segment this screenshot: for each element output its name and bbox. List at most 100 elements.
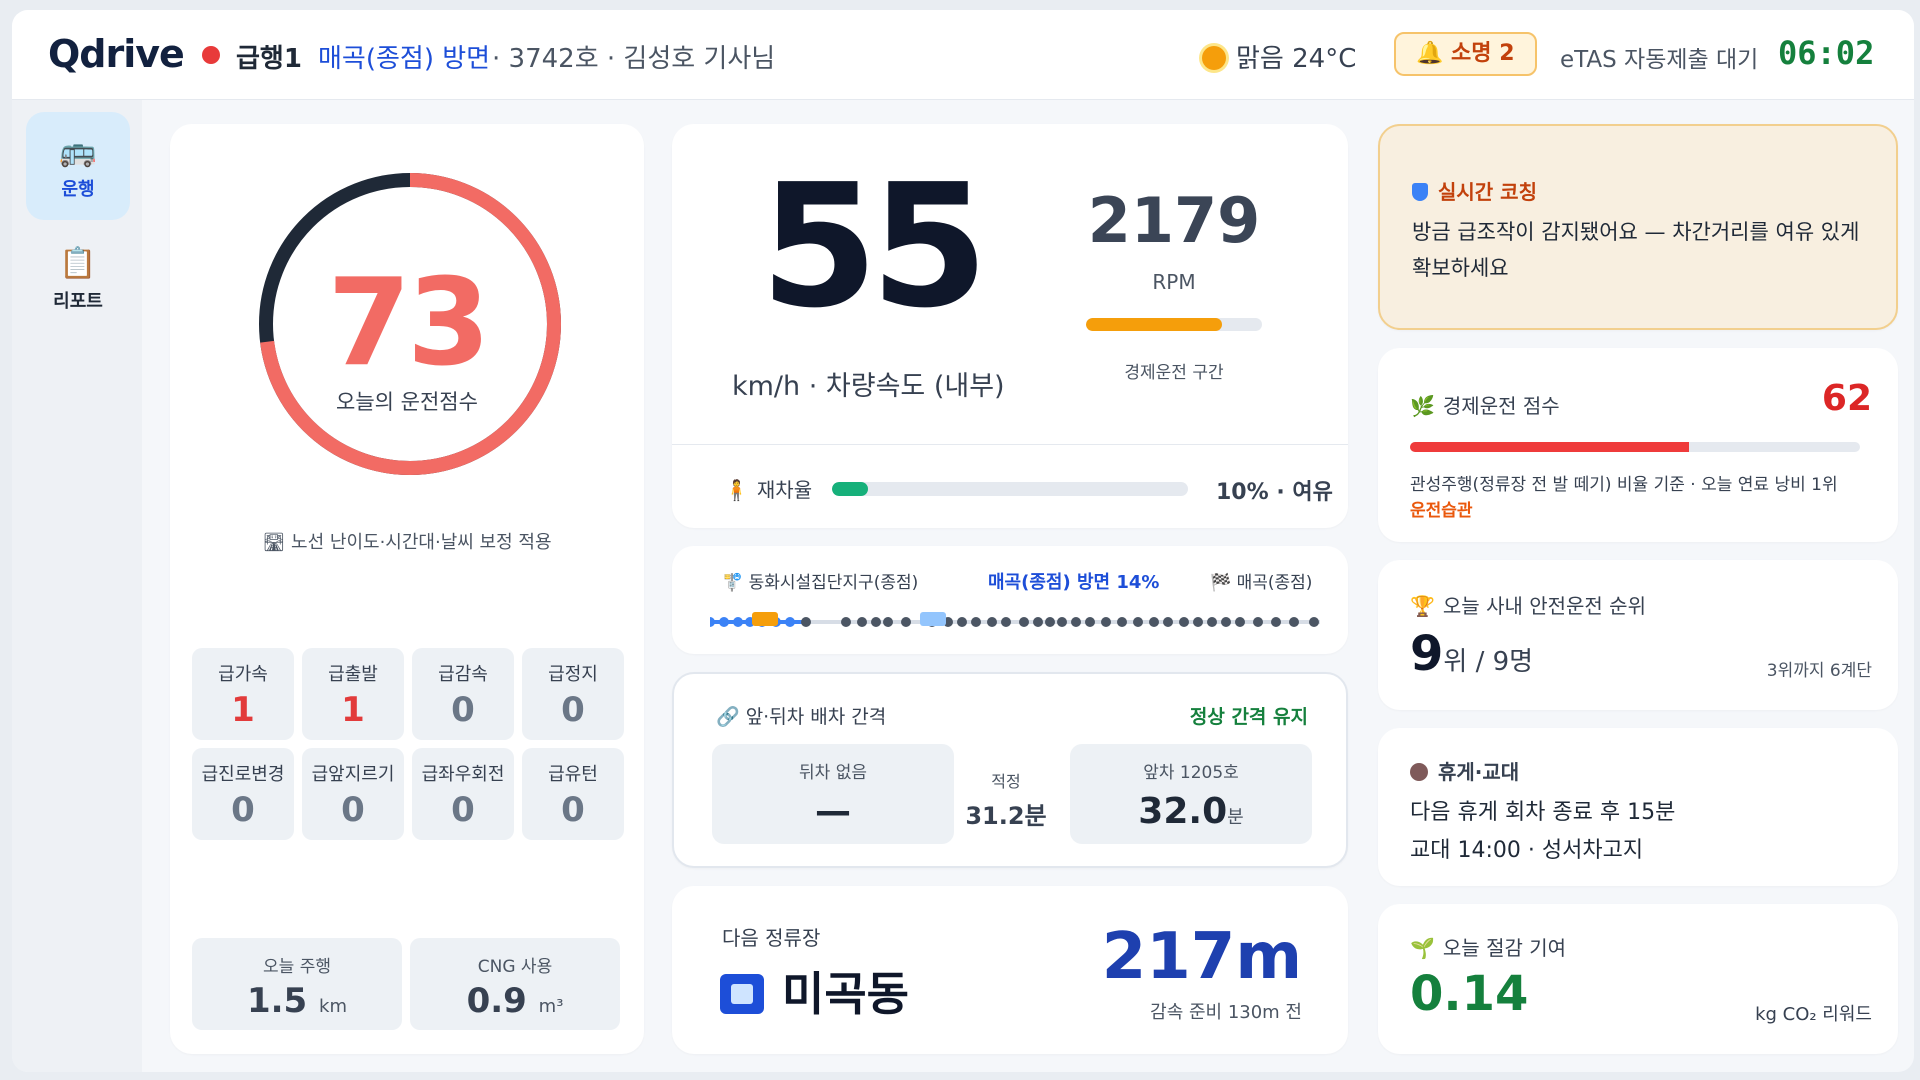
sidebar: 🚌 운행 📋 리포트 <box>12 100 142 1072</box>
app-frame: Qdrive 급행1 매곡(종점) 방면 · 3742호 · 김성호 기사님 맑… <box>12 10 1914 1072</box>
headway-title: 🔗 앞·뒤차 배차 간격 <box>716 706 887 728</box>
co2-saving-card: 🌱 오늘 절감 기여 0.14 kg CO₂ 리워드 <box>1378 904 1898 1054</box>
route-stop-dot <box>1149 617 1159 627</box>
route-destination: 매곡(종점) 방면 <box>318 44 491 74</box>
route-progress-card: 🚏 동화시설집단지구(종점) 매곡(종점) 방면 14% 🏁 매곡(종점) <box>672 546 1348 654</box>
leaf-icon: 🌿 <box>1410 394 1435 418</box>
event-lane-change: 급진로변경 0 <box>192 748 294 840</box>
event-sharp-turn: 급좌우회전 0 <box>412 748 514 840</box>
next-stop-name-text: 미곡동 <box>782 967 909 1021</box>
event-sudden-decel: 급감속 0 <box>412 648 514 740</box>
bus-ahead-number: 32.0 <box>1138 791 1228 832</box>
route-number: 급행1 <box>236 44 302 74</box>
decel-hint: 감속 준비 130m 전 <box>1150 1002 1302 1023</box>
event-count: 0 <box>341 790 365 830</box>
route-line <box>710 612 1320 627</box>
event-count: 0 <box>231 790 255 830</box>
route-stop-dot <box>1163 617 1173 627</box>
bus-behind-label: 뒤차 없음 <box>799 763 867 783</box>
bus-behind-value: — <box>815 791 851 832</box>
route-current-progress: 매곡(종점) 방면 14% <box>988 572 1160 593</box>
saving-value: 0.14 <box>1410 966 1529 1022</box>
bus-ahead-unit: 분 <box>1227 807 1244 828</box>
distance-value: 1.5 <box>246 981 308 1021</box>
event-count: 1 <box>231 690 255 730</box>
route-stop-dot <box>1019 617 1029 627</box>
load-bar-fill <box>832 482 868 496</box>
next-break-info: 다음 휴게 회차 종료 후 15분 <box>1410 800 1676 825</box>
bus-ahead-value: 32.0분 <box>1070 791 1312 832</box>
eco-title-text: 경제운전 점수 <box>1442 394 1560 418</box>
route-stop-dot <box>785 617 795 627</box>
speed-card: 55 km/h · 차량속도 (내부) 2179 RPM 경제운전 구간 🧍 재차… <box>672 124 1348 528</box>
headway-target-value: 31.2분 <box>965 802 1047 830</box>
route-stop-dot <box>1071 617 1081 627</box>
route-stop-dot <box>1001 617 1011 627</box>
appeal-alert-button[interactable]: 🔔 소명 2 <box>1394 32 1537 76</box>
route-stop-dot <box>1101 617 1111 627</box>
stat-value: 1.5 km <box>192 981 402 1021</box>
coaching-title: 실시간 코칭 <box>1412 176 1537 205</box>
rank-number: 9 <box>1410 626 1444 682</box>
headway-target-label: 적정 <box>991 772 1021 791</box>
score-label: 오늘의 운전점수 <box>336 390 478 414</box>
clipboard-icon: 📋 <box>59 246 97 281</box>
rank-gap: 3위까지 6계단 <box>1766 661 1872 681</box>
driving-score-card: 73 오늘의 운전점수 🛣 노선 난이도·시간대·날씨 보정 적용 급가속 1 급… <box>170 124 644 1054</box>
route-stop-dot <box>1271 617 1281 627</box>
route-stop-dot <box>971 617 981 627</box>
event-count: 0 <box>451 690 475 730</box>
rpm-bar-fill <box>1086 318 1222 331</box>
coffee-icon <box>1410 763 1428 781</box>
eco-score-card: 🌿 경제운전 점수 62 관성주행(정류장 전 발 떼기) 비율 기준 · 오늘 … <box>1378 348 1898 542</box>
bus-ahead-box: 앞차 1205호 32.0분 <box>1070 744 1312 844</box>
etas-status: eTAS 자동제출 대기 <box>1560 47 1759 73</box>
bus-marker-icon <box>920 612 946 626</box>
cng-unit: m³ <box>538 996 564 1017</box>
eco-score-bar-fill <box>1410 442 1689 452</box>
rpm-zone: 경제운전 구간 <box>1124 363 1224 383</box>
weather-status: 맑음 24°C <box>1202 38 1356 75</box>
sidebar-item-drive[interactable]: 🚌 운행 <box>26 112 130 220</box>
saving-title: 🌱 오늘 절감 기여 <box>1410 932 1566 961</box>
event-count: 0 <box>561 790 585 830</box>
route-stop-dot <box>719 617 729 627</box>
load-bar <box>832 482 1188 496</box>
headway-card: 🔗 앞·뒤차 배차 간격 정상 간격 유지 뒤차 없음 — 적정 31.2분 앞… <box>672 672 1348 868</box>
saving-title-text: 오늘 절감 기여 <box>1442 936 1567 960</box>
rpm-bar <box>1086 318 1262 331</box>
rank-title-text: 오늘 사내 안전운전 순위 <box>1442 594 1646 618</box>
event-u-turn: 급유턴 0 <box>522 748 624 840</box>
rank-value: 9위 / 9명 <box>1410 626 1533 682</box>
route-stop-dot <box>1179 617 1189 627</box>
trophy-icon: 🏆 <box>1410 594 1435 618</box>
headway-target: 적정 31.2분 <box>946 768 1066 831</box>
route-stop-dot <box>1117 617 1127 627</box>
cng-stat: CNG 사용 0.9 m³ <box>410 938 620 1030</box>
route-stop-dot <box>857 617 867 627</box>
cng-value: 0.9 <box>466 981 527 1021</box>
speed-value: 55 <box>760 148 989 346</box>
sidebar-item-label: 운행 <box>61 179 95 200</box>
route-stop-dot <box>901 617 911 627</box>
top-bar: Qdrive 급행1 매곡(종점) 방면 · 3742호 · 김성호 기사님 맑… <box>12 10 1914 100</box>
route-stop-dot <box>987 617 997 627</box>
live-indicator-icon <box>202 46 220 64</box>
rank-suffix: 위 / 9명 <box>1443 647 1534 677</box>
score-adjust-note: 🛣 노선 난이도·시간대·날씨 보정 적용 <box>262 532 552 553</box>
stat-value: 0.9 m³ <box>410 981 620 1021</box>
event-name: 급출발 <box>328 664 378 685</box>
route-stop-dot <box>1309 617 1319 627</box>
driving-habit-link[interactable]: 운전습관 <box>1410 496 1473 521</box>
route-stop-dot <box>841 617 851 627</box>
divider <box>672 444 1348 445</box>
bus-stop-icon <box>720 974 764 1014</box>
load-label: 🧍 재차율 <box>724 474 812 503</box>
sidebar-item-report[interactable]: 📋 리포트 <box>26 224 130 332</box>
route-stop-dot <box>710 617 715 627</box>
sun-icon <box>1202 46 1226 70</box>
route-stop-dot <box>1207 617 1217 627</box>
eco-description: 관성주행(정류장 전 발 떼기) 비율 기준 · 오늘 연료 낭비 1위 <box>1410 475 1838 495</box>
route-stop-dot <box>1193 617 1203 627</box>
event-name: 급앞지르기 <box>311 764 395 785</box>
